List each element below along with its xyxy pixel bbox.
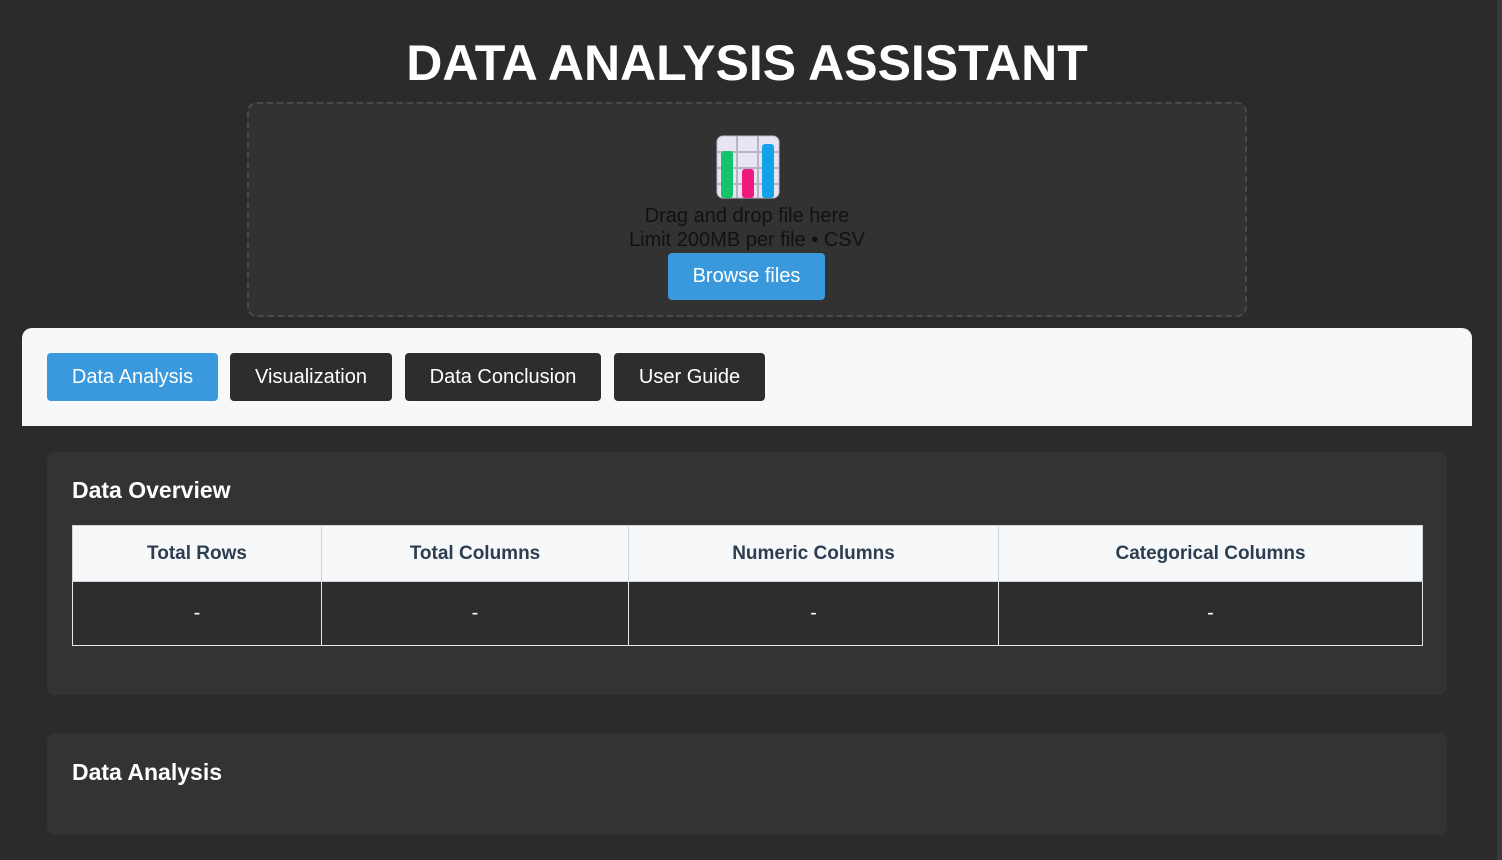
table-header-row: Total Rows Total Columns Numeric Columns… bbox=[72, 525, 1423, 582]
header-numeric-columns: Numeric Columns bbox=[628, 525, 999, 582]
value-numeric-columns: - bbox=[628, 581, 999, 646]
header-total-columns: Total Columns bbox=[321, 525, 629, 582]
overview-table: Total Rows Total Columns Numeric Columns… bbox=[72, 525, 1423, 646]
data-overview-title: Data Overview bbox=[72, 477, 231, 503]
value-total-rows: - bbox=[72, 581, 322, 646]
tab-bar: Data Analysis Visualization Data Conclus… bbox=[22, 328, 1472, 426]
header-total-rows: Total Rows bbox=[72, 525, 322, 582]
app-page: DATA ANALYSIS ASSISTANT Drag and drop fi… bbox=[0, 0, 1502, 860]
tab-data-analysis[interactable]: Data Analysis bbox=[47, 353, 218, 401]
data-analysis-title: Data Analysis bbox=[72, 759, 222, 785]
value-categorical-columns: - bbox=[998, 581, 1423, 646]
data-analysis-card: Data Analysis bbox=[47, 733, 1447, 835]
data-overview-card: Data Overview Total Rows Total Columns N… bbox=[47, 452, 1447, 695]
dropzone-instruction: Drag and drop file here bbox=[644, 205, 850, 227]
page-scrollbar[interactable] bbox=[1497, 0, 1502, 860]
browse-files-button[interactable]: Browse files bbox=[668, 253, 825, 300]
dropzone-limit: Limit 200MB per file • CSV bbox=[629, 229, 865, 251]
header-categorical-columns: Categorical Columns bbox=[998, 525, 1423, 582]
tab-data-conclusion[interactable]: Data Conclusion bbox=[405, 353, 601, 401]
tab-visualization[interactable]: Visualization bbox=[230, 353, 392, 401]
value-total-columns: - bbox=[321, 581, 629, 646]
tab-user-guide[interactable]: User Guide bbox=[614, 353, 765, 401]
page-title: DATA ANALYSIS ASSISTANT bbox=[406, 35, 1088, 91]
file-dropzone[interactable]: Drag and drop file here Limit 200MB per … bbox=[247, 102, 1247, 317]
table-row: - - - - bbox=[72, 581, 1423, 646]
bar-chart-icon bbox=[716, 135, 780, 199]
